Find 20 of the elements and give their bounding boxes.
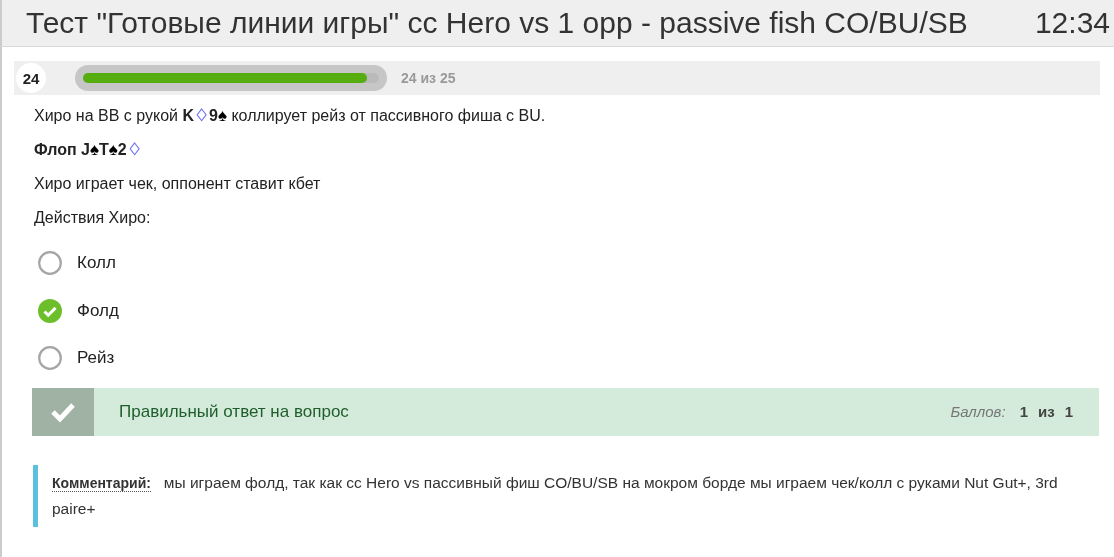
flop-text: Флоп J♠T♠2♢	[33, 139, 143, 161]
progress-label: 24 из 25	[401, 70, 456, 86]
question-text: Хиро на BB с рукой K♢9♠ коллирует рейз от пассивного фиша с BU.	[33, 105, 547, 127]
radio-button[interactable]	[38, 346, 62, 370]
result-text: Правильный ответ на вопрос	[119, 401, 350, 422]
timer: 12:34	[1034, 6, 1110, 40]
question-text: Действия Хиро:	[33, 208, 152, 228]
score-max: 1	[1064, 403, 1073, 420]
option-label[interactable]: Фолд	[77, 300, 119, 321]
score-label: Баллов:	[950, 403, 1006, 420]
checked-radio-icon[interactable]	[38, 298, 62, 323]
score-value: 1	[1019, 403, 1028, 420]
option-label[interactable]: Рейз	[77, 348, 115, 368]
option-label[interactable]: Колл	[77, 253, 116, 273]
quiz-title: Тест "Готовые линии игры" cc Hero vs 1 opp - passive fish CO/BU/SB	[26, 6, 968, 40]
radio-button[interactable]	[38, 251, 62, 275]
question-number: 24	[16, 63, 46, 93]
comment-text: Комментарий: мы играем фолд, так как cc Hero vs пассивный фиш CO/BU/SB на мокром борде мы играем чек/колл с руками Nut Gut+, 3rd paire+	[52, 472, 1059, 519]
question-text: Хиро играет чек, оппонент ставит кбет	[33, 174, 322, 194]
score-of: из	[1037, 403, 1055, 420]
